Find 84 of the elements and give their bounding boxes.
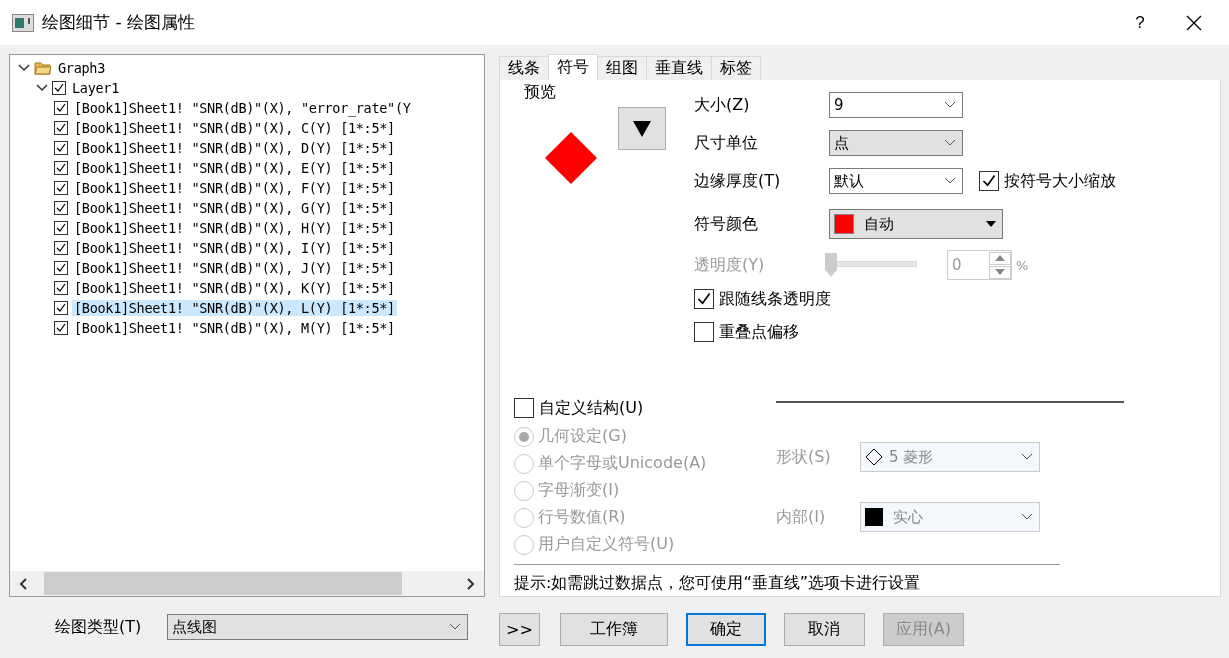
symbol-picker-button[interactable] [618, 107, 666, 150]
checkbox[interactable] [54, 121, 68, 135]
tree-item[interactable]: [Book1]Sheet1! "SNR(dB)"(X), M(Y) [1*:5*] [72, 320, 397, 336]
checkbox-label: 重叠点偏移 [719, 321, 799, 343]
transparency-label: 透明度(Y) [694, 254, 766, 276]
tab[interactable]: 标签 [711, 56, 761, 80]
checkbox-label: 自定义结构(U) [539, 397, 644, 419]
tree-item[interactable]: [Book1]Sheet1! "SNR(dB)"(X), H(Y) [1*:5*] [72, 220, 397, 236]
dialog-button[interactable]: 工作簿 [559, 613, 668, 646]
tree-item[interactable]: Graph3 [56, 60, 107, 76]
spin-up-icon[interactable] [989, 251, 1011, 265]
checkbox[interactable] [54, 201, 68, 215]
checkbox[interactable] [694, 289, 714, 309]
window-icon [12, 13, 34, 32]
symbol-color-label: 符号颜色 [694, 213, 759, 235]
preview-label: 预览 [524, 82, 557, 103]
tab[interactable]: 符号 [548, 54, 598, 80]
edge-thickness-label: 边缘厚度(T) [694, 170, 782, 192]
radio-label: 几何设定(G) [538, 426, 627, 447]
checkbox[interactable] [54, 101, 68, 115]
spin-down-icon[interactable] [989, 265, 1011, 279]
dialog-button[interactable]: >> [499, 613, 540, 646]
checkbox[interactable] [54, 281, 68, 295]
tree-item[interactable]: [Book1]Sheet1! "SNR(dB)"(X), J(Y) [1*:5*] [72, 260, 397, 276]
tree-item[interactable]: [Book1]Sheet1! "SNR(dB)"(X), F(Y) [1*:5*] [72, 180, 397, 196]
checkbox[interactable] [54, 221, 68, 235]
caret-icon [986, 221, 996, 227]
checkbox[interactable] [52, 81, 66, 95]
chevron-down-icon [1021, 513, 1033, 521]
dialog-button[interactable]: 取消 [783, 613, 865, 646]
chevron-down-icon [944, 139, 956, 147]
expand-chevron-icon[interactable] [36, 84, 48, 92]
checkbox[interactable] [54, 261, 68, 275]
expand-chevron-icon[interactable] [18, 64, 30, 72]
tree-item[interactable]: [Book1]Sheet1! "SNR(dB)"(X), "error_rate"(Y [72, 100, 413, 116]
checkbox[interactable] [54, 321, 68, 335]
size-label: 大小(Z) [694, 94, 751, 116]
tree-item[interactable]: [Book1]Sheet1! "SNR(dB)"(X), D(Y) [1*:5*] [72, 140, 397, 156]
plot-type-dropdown[interactable]: 点线图 [167, 614, 469, 640]
tree-item[interactable]: [Book1]Sheet1! "SNR(dB)"(X), L(Y) [1*:5*] [72, 300, 397, 316]
chevron-down-icon [944, 101, 956, 109]
checkbox[interactable] [54, 161, 68, 175]
checkbox[interactable] [54, 301, 68, 315]
tree-item[interactable]: [Book1]Sheet1! "SNR(dB)"(X), C(Y) [1*:5*] [72, 120, 397, 136]
checkbox-label: 跟随线条透明度 [719, 288, 831, 310]
chevron-down-icon [449, 623, 462, 631]
close-icon [1186, 14, 1202, 31]
checkbox[interactable] [54, 241, 68, 255]
triangle-down-icon [632, 119, 652, 138]
tree-item[interactable]: Layer1 [70, 80, 121, 96]
tab[interactable]: 线条 [499, 56, 549, 80]
checkbox[interactable] [54, 141, 68, 155]
percent-unit: % [1016, 257, 1029, 273]
window-title: 绘图细节 - 绘图属性 [42, 11, 196, 34]
radio-label: 字母渐变(I) [538, 480, 620, 501]
help-button[interactable]: ? [1117, 2, 1163, 43]
interior-label: 内部(I) [776, 506, 827, 528]
tree-item[interactable]: [Book1]Sheet1! "SNR(dB)"(X), K(Y) [1*:5*] [72, 280, 397, 296]
checkbox[interactable] [514, 398, 534, 418]
tree-item[interactable]: [Book1]Sheet1! "SNR(dB)"(X), G(Y) [1*:5*] [72, 200, 397, 216]
checkbox-label: 按符号大小缩放 [1004, 170, 1116, 192]
size-unit-dropdown[interactable]: 点 [829, 130, 963, 156]
horizontal-scrollbar[interactable] [10, 571, 484, 596]
chevron-down-icon [944, 177, 956, 185]
checkbox[interactable] [694, 322, 714, 342]
size-unit-label: 尺寸单位 [694, 132, 759, 154]
tree-item[interactable]: [Book1]Sheet1! "SNR(dB)"(X), I(Y) [1*:5*] [72, 240, 397, 256]
size-dropdown[interactable]: 9 [829, 92, 963, 118]
tree-item[interactable]: [Book1]Sheet1! "SNR(dB)"(X), E(Y) [1*:5*] [72, 160, 397, 176]
checkbox[interactable] [54, 181, 68, 195]
filled-square-icon [865, 508, 883, 526]
plot-type-label: 绘图类型(T) [55, 616, 142, 638]
chevron-down-icon [1021, 453, 1033, 461]
symbol-color-dropdown[interactable]: 自动 [829, 209, 1003, 239]
shape-label: 形状(S) [776, 446, 832, 468]
checkbox[interactable] [979, 171, 999, 191]
edge-thickness-dropdown[interactable]: 默认 [829, 168, 963, 194]
diamond-icon [865, 448, 883, 466]
hint-text: 提示:如需跳过数据点，您可使用“垂直线”选项卡进行设置 [514, 573, 920, 592]
folder-icon [34, 61, 52, 75]
radio-label: 单个字母或Unicode(A) [538, 453, 707, 474]
dialog-button[interactable]: 确定 [685, 613, 766, 646]
radio-label: 行号数值(R) [538, 507, 626, 528]
radio-label: 用户自定义符号(U) [538, 534, 675, 555]
